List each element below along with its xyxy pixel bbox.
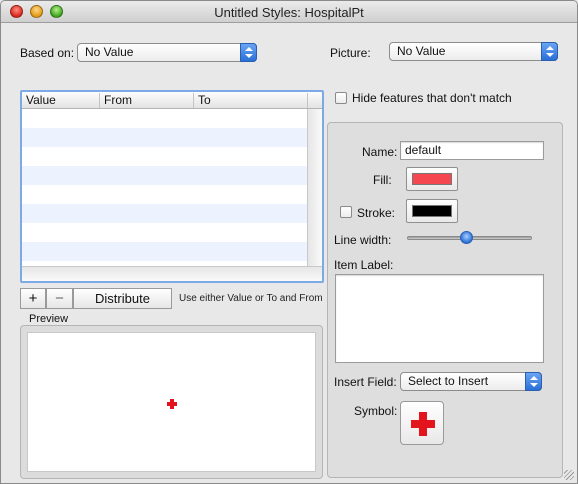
window-title: Untitled Styles: HospitalPt — [214, 5, 364, 20]
title-bar[interactable]: Untitled Styles: HospitalPt — [1, 1, 577, 23]
popup-arrows-icon — [541, 42, 558, 61]
column-header-from[interactable]: From — [100, 93, 194, 108]
symbol-button[interactable] — [400, 401, 444, 445]
table-row[interactable] — [22, 185, 308, 204]
table-row[interactable] — [22, 147, 308, 166]
fill-color-swatch — [412, 173, 452, 185]
styles-window: Untitled Styles: HospitalPt Based on: No… — [0, 0, 578, 484]
picture-label: Picture: — [330, 46, 371, 60]
name-field[interactable]: default — [400, 141, 544, 160]
item-label-label: Item Label: — [334, 258, 394, 272]
name-label: Name: — [362, 145, 398, 159]
stroke-label[interactable]: Stroke: — [357, 206, 395, 220]
fill-color-well[interactable] — [406, 167, 458, 191]
line-width-slider-knob[interactable] — [460, 231, 473, 244]
item-label-textarea[interactable] — [335, 274, 544, 363]
stroke-color-swatch — [412, 205, 452, 217]
table-row[interactable] — [22, 204, 308, 223]
remove-row-button[interactable]: − — [46, 288, 73, 309]
column-header-to[interactable]: To — [194, 93, 308, 108]
line-width-label: Line width: — [334, 233, 392, 247]
table-row[interactable] — [22, 109, 308, 128]
value-range-table[interactable]: Value From To — [20, 90, 324, 283]
table-horizontal-scrollbar[interactable] — [22, 266, 322, 281]
based-on-popup[interactable]: No Value — [77, 43, 257, 62]
table-row[interactable] — [22, 242, 308, 261]
table-row[interactable] — [22, 128, 308, 147]
add-row-button[interactable]: + — [20, 288, 46, 309]
preview-cross-icon — [167, 399, 177, 409]
value-hint-text: Use either Value or To and From — [179, 293, 323, 304]
preview-label: Preview — [29, 313, 69, 325]
picture-value: No Value — [397, 44, 446, 58]
hide-features-label[interactable]: Hide features that don't match — [352, 91, 512, 105]
symbol-label: Symbol: — [354, 404, 398, 418]
preview-canvas — [27, 332, 316, 472]
stroke-color-well[interactable] — [406, 199, 458, 223]
fill-label: Fill: — [373, 173, 392, 187]
based-on-value: No Value — [85, 45, 134, 59]
insert-field-label: Insert Field: — [334, 375, 397, 389]
preview-box — [20, 325, 323, 479]
table-vertical-scrollbar[interactable] — [307, 109, 322, 266]
hide-features-checkbox[interactable] — [335, 92, 347, 104]
stroke-checkbox[interactable] — [340, 206, 352, 218]
red-cross-icon — [411, 412, 435, 436]
insert-field-value: Select to Insert — [408, 374, 489, 388]
popup-arrows-icon — [525, 372, 542, 391]
column-header-value[interactable]: Value — [22, 93, 100, 108]
picture-popup[interactable]: No Value — [389, 42, 558, 61]
table-row[interactable] — [22, 166, 308, 185]
popup-arrows-icon — [240, 43, 257, 62]
table-header: Value From To — [22, 92, 322, 109]
insert-field-popup[interactable]: Select to Insert — [400, 372, 542, 391]
distribute-button[interactable]: Distribute — [73, 288, 172, 309]
based-on-label: Based on: — [20, 46, 75, 60]
resize-grip-icon[interactable] — [564, 470, 574, 480]
table-row[interactable] — [22, 223, 308, 242]
